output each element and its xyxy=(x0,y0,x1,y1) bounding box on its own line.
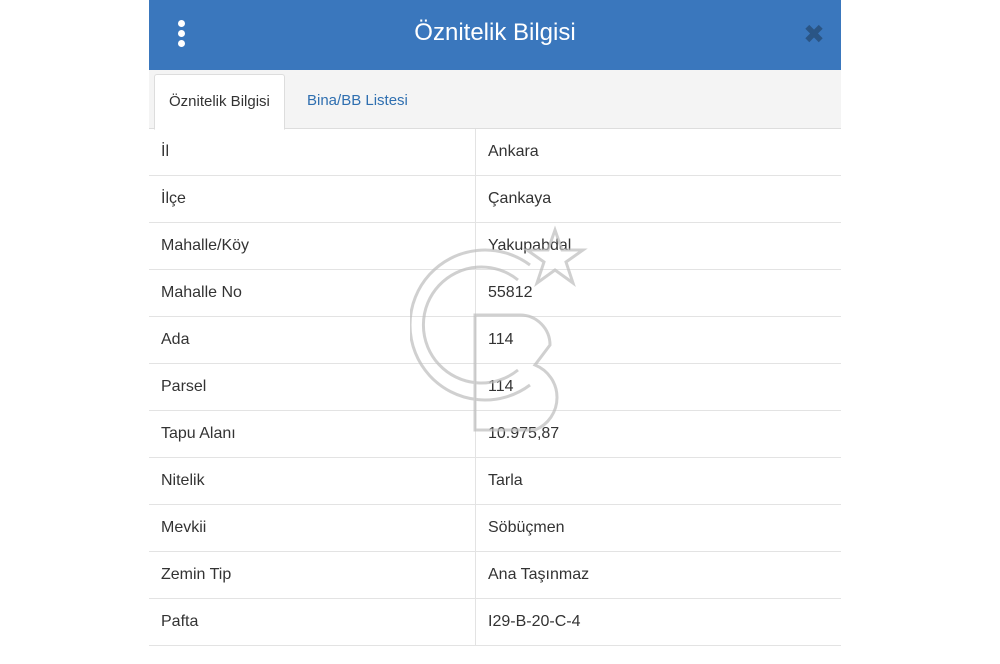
table-row: Mahalle/Köy Yakupabdal xyxy=(149,222,841,270)
table-row: Mahalle No 55812 xyxy=(149,269,841,317)
table-row: Nitelik Tarla xyxy=(149,457,841,505)
table-row: Mevkii Söbüçmen xyxy=(149,504,841,552)
row-key: Pafta xyxy=(149,598,476,646)
row-value: 55812 xyxy=(475,269,841,317)
tab-building-list[interactable]: Bina/BB Listesi xyxy=(293,74,422,128)
row-key: Parsel xyxy=(149,363,476,411)
row-value: Yakupabdal xyxy=(475,222,841,270)
table-row: Ada 114 xyxy=(149,316,841,364)
row-value: Tarla xyxy=(475,457,841,505)
table-row: Tapu Alanı 10.975,87 xyxy=(149,410,841,458)
row-value: Söbüçmen xyxy=(475,504,841,552)
table-row: Zemin Tip Ana Taşınmaz xyxy=(149,551,841,599)
panel-title: Öznitelik Bilgisi xyxy=(414,19,576,46)
row-key: Tapu Alanı xyxy=(149,410,476,458)
panel-header: Öznitelik Bilgisi ✖ xyxy=(149,0,841,70)
row-value: 114 xyxy=(475,363,841,411)
row-value: I29-B-20-C-4 xyxy=(475,598,841,646)
table-row: Parsel 114 xyxy=(149,363,841,411)
tab-bar: Öznitelik Bilgisi Bina/BB Listesi xyxy=(149,70,841,130)
row-value: Çankaya xyxy=(475,175,841,223)
attribute-table: İl Ankara İlçe Çankaya Mahalle/Köy Yakupabd… xyxy=(149,129,841,646)
row-key: İl xyxy=(149,129,476,176)
table-row: Pafta I29-B-20-C-4 xyxy=(149,598,841,646)
row-value: 10.975,87 xyxy=(475,410,841,458)
row-key: Zemin Tip xyxy=(149,551,476,599)
tab-attribute-info[interactable]: Öznitelik Bilgisi xyxy=(154,74,285,130)
row-key: İlçe xyxy=(149,175,476,223)
row-key: Nitelik xyxy=(149,457,476,505)
attribute-panel: Öznitelik Bilgisi ✖ Öznitelik Bilgisi Bi… xyxy=(149,0,841,664)
row-key: Ada xyxy=(149,316,476,364)
table-row: İlçe Çankaya xyxy=(149,175,841,223)
row-key: Mahalle/Köy xyxy=(149,222,476,270)
row-key: Mevkii xyxy=(149,504,476,552)
row-key: Mahalle No xyxy=(149,269,476,317)
row-value: Ankara xyxy=(475,129,841,176)
row-value: Ana Taşınmaz xyxy=(475,551,841,599)
table-row: İl Ankara xyxy=(149,129,841,176)
close-icon[interactable]: ✖ xyxy=(803,21,825,47)
row-value: 114 xyxy=(475,316,841,364)
